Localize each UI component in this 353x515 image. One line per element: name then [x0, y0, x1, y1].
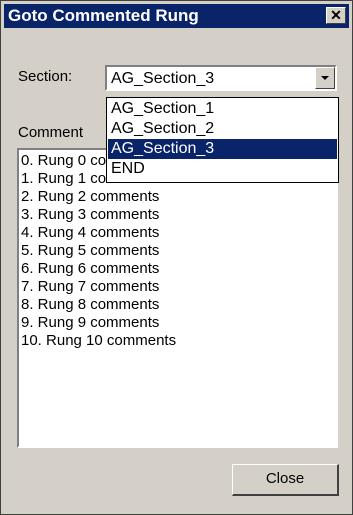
- title-bar: Goto Commented Rung ✕: [4, 4, 349, 28]
- list-item[interactable]: 9. Rung 9 comments: [21, 314, 159, 331]
- window-title: Goto Commented Rung: [8, 6, 199, 25]
- chevron-down-icon: [321, 76, 329, 80]
- list-item[interactable]: 10. Rung 10 comments: [21, 332, 176, 349]
- section-combobox[interactable]: AG_Section_3: [105, 65, 337, 91]
- section-dropdown-list: AG_Section_1 AG_Section_2 AG_Section_3 E…: [106, 97, 339, 183]
- comments-listbox[interactable]: 0. Rung 0 comments 1. Rung 1 comments 2.…: [17, 148, 338, 448]
- section-dropdown-button[interactable]: [315, 67, 335, 89]
- list-item[interactable]: 3. Rung 3 comments: [21, 206, 159, 223]
- section-label: Section:: [18, 68, 73, 85]
- window-close-button[interactable]: ✕: [326, 7, 346, 24]
- list-item[interactable]: 7. Rung 7 comments: [21, 278, 159, 295]
- list-item[interactable]: 2. Rung 2 comments: [21, 188, 159, 205]
- section-option-end[interactable]: END: [108, 159, 337, 179]
- comments-label: Comment: [18, 124, 84, 141]
- close-button[interactable]: Close: [232, 464, 339, 496]
- section-option-3[interactable]: AG_Section_3: [108, 139, 337, 159]
- section-option-2[interactable]: AG_Section_2: [108, 119, 337, 139]
- section-option-1[interactable]: AG_Section_1: [108, 99, 337, 119]
- list-item[interactable]: 6. Rung 6 comments: [21, 260, 159, 277]
- close-icon: ✕: [330, 7, 342, 23]
- list-item[interactable]: 4. Rung 4 comments: [21, 224, 159, 241]
- list-item[interactable]: 5. Rung 5 comments: [21, 242, 159, 259]
- goto-commented-rung-dialog: Goto Commented Rung ✕ Section: AG_Sectio…: [0, 0, 353, 515]
- list-item[interactable]: 8. Rung 8 comments: [21, 296, 159, 313]
- section-combobox-value: AG_Section_3: [111, 70, 215, 87]
